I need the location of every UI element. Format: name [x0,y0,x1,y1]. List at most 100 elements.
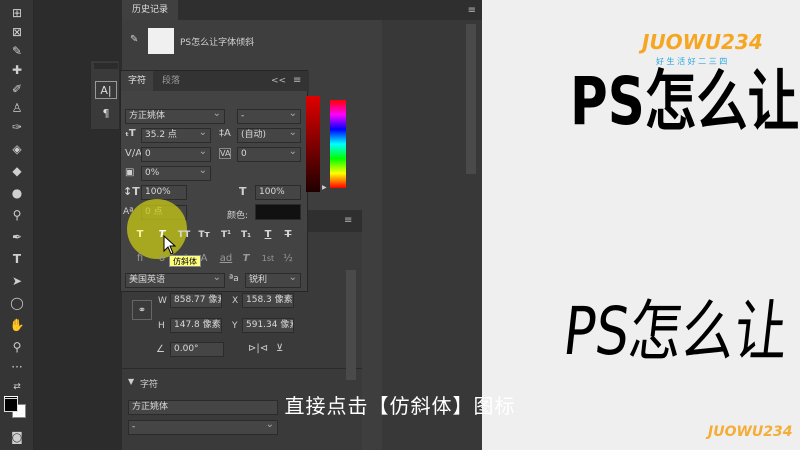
width-label: W [158,296,167,306]
flip-horizontal-icon[interactable]: ⊳|⊲ [248,343,268,354]
tab-character[interactable]: 字符 [121,71,154,91]
tracking-icon: VA [219,148,232,159]
font-family-dropdown[interactable]: 方正姚体 [125,109,225,124]
kerning-icon: V/A [125,148,143,159]
font-size-icon: ₜT [125,128,136,139]
horizontal-scale-field[interactable]: 100% [255,185,301,200]
ellipse-tool-icon[interactable]: ◯ [4,294,30,313]
frame-tool-icon[interactable]: ⊠ [4,23,30,42]
crop-tool-icon[interactable]: ⊞ [4,4,30,23]
character-panel: 字符 段落 << ≡ 方正姚体 - ₜT 35.2 点 ‡A (自动) V/A … [120,70,309,292]
angle-field[interactable]: 0.00° [170,342,224,357]
flip-vertical-icon[interactable]: ⊻ [276,343,283,354]
titling-alternates-button[interactable]: T [237,251,255,267]
right-panel-column: ≡ [382,0,482,450]
angle-icon: ∠ [156,344,165,355]
properties-font-style-field[interactable]: - [128,420,278,435]
eraser-tool-icon[interactable]: ◈ [4,140,30,159]
history-scrollbar[interactable] [466,24,476,174]
fractions-button[interactable]: ½ [279,251,297,267]
ordinals-button[interactable]: 1st [259,251,277,267]
leading-field[interactable]: (自动) [237,128,301,143]
superscript-button[interactable]: T¹ [217,227,235,243]
font-style-dropdown[interactable]: - [237,109,301,124]
faux-italic-tooltip: 仿斜体 [169,255,201,267]
color-shade-strip[interactable] [306,96,320,192]
paragraph-panel-icon[interactable]: ¶ [95,105,117,123]
tool-bar: ⊞ ⊠ ✎ ✚ ✐ ♙ ✑ ◈ ◆ ● ⚲ ✒ T ➤ ◯ ✋ ⚲ ··· ⇄ … [0,0,34,450]
history-snapshot-thumbnail [148,28,174,54]
horizontal-scale-icon: T [239,185,247,198]
stylistic-alternates-button[interactable]: ad [217,251,235,267]
height-label: H [158,321,165,331]
collapsed-panel-dock: A| ¶ [90,60,120,130]
foreground-color-swatch-front[interactable] [4,398,18,412]
tab-paragraph[interactable]: 段落 [155,71,187,91]
zoom-tool-icon[interactable]: ⚲ [4,338,30,357]
logo-text: JUOWU234 [642,30,763,54]
quick-mask-icon[interactable]: ◙ [4,428,30,447]
divider [122,368,362,369]
eyedropper-tool-icon[interactable]: ✎ [4,42,30,61]
anti-alias-icon: ªa [229,274,239,284]
pen-tool-icon[interactable]: ✒ [4,228,30,247]
properties-character-section-label: 字符 [140,380,159,390]
swap-colors-icon[interactable]: ⇄ [4,378,30,397]
document-canvas[interactable]: PS怎么让 PS怎么让 JUOWU234 好 生 活 好 二 三 四 JUOWU… [482,0,800,450]
character-panel-header: 字符 段落 << ≡ [121,71,309,91]
panel-menu-icon[interactable]: ≡ [468,5,476,16]
tracking-field[interactable]: 0 [237,147,301,162]
dodge-tool-icon[interactable]: ⚲ [4,206,30,225]
mouse-cursor-icon [163,235,177,255]
tsume-field[interactable]: 0% [141,166,211,181]
tab-history[interactable]: 历史记录 [122,0,179,20]
section-collapse-icon[interactable]: ▼ [128,377,134,386]
bucket-tool-icon[interactable]: ◆ [4,162,30,181]
font-size-field[interactable]: 35.2 点 [141,128,211,143]
video-subtitle: 直接点击【仿斜体】图标 [284,394,516,418]
anti-alias-dropdown[interactable]: 锐利 [245,273,301,288]
width-field[interactable]: 858.77 像素 [170,293,222,308]
kerning-field[interactable]: 0 [141,147,211,162]
subscript-button[interactable]: T₁ [237,227,255,243]
all-caps-button[interactable]: TT [175,227,193,243]
history-entry[interactable]: ✎ PS怎么让字体倾斜 [122,20,382,60]
properties-menu-icon[interactable]: ≡ [344,215,352,226]
y-position-field[interactable]: 591.34 像素 [242,318,294,333]
strikethrough-button[interactable]: T [279,227,297,243]
x-position-field[interactable]: 158.3 像素 [242,293,294,308]
path-select-icon[interactable]: ➤ [4,272,30,291]
character-panel-icon[interactable]: A| [95,81,117,99]
more-tools-icon[interactable]: ··· [4,358,30,377]
type-tool-icon[interactable]: T [4,250,30,269]
hand-tool-icon[interactable]: ✋ [4,316,30,335]
hue-slider[interactable] [330,100,346,188]
properties-scrollbar[interactable] [346,270,356,380]
history-brush-icon[interactable]: ✑ [4,118,30,137]
history-entry-label: PS怎么让字体倾斜 [180,38,255,48]
character-menu-icon[interactable]: ≡ [293,75,301,86]
hue-slider-handle-icon[interactable]: ▶ [322,184,327,191]
height-field[interactable]: 147.8 像素 [170,318,222,333]
stamp-tool-icon[interactable]: ♙ [4,99,30,118]
history-panel-header: 历史记录 [122,0,382,21]
tsume-icon: ▣ [125,167,135,178]
link-dimensions-icon[interactable]: ⚭ [132,300,152,320]
ligatures-button[interactable]: fi [131,251,149,267]
leading-icon: ‡A [219,128,231,139]
small-caps-button[interactable]: Tт [195,227,213,243]
collapse-panel-icon[interactable]: << [271,76,286,86]
watermark-logo: JUOWU234 [708,424,793,440]
dock-grip [94,63,118,69]
faux-bold-button[interactable]: T [131,227,149,243]
color-label: 颜色: [227,211,249,221]
language-dropdown[interactable]: 美国英语 [125,273,225,288]
blur-tool-icon[interactable]: ● [4,184,30,203]
vertical-scale-field[interactable]: 100% [141,185,187,200]
text-color-swatch[interactable] [255,204,301,220]
healing-tool-icon[interactable]: ✚ [4,61,30,80]
history-brush-icon: ✎ [130,34,139,45]
underline-button[interactable]: T [259,227,277,243]
brush-tool-icon[interactable]: ✐ [4,80,30,99]
logo: JUOWU234 [642,30,763,54]
